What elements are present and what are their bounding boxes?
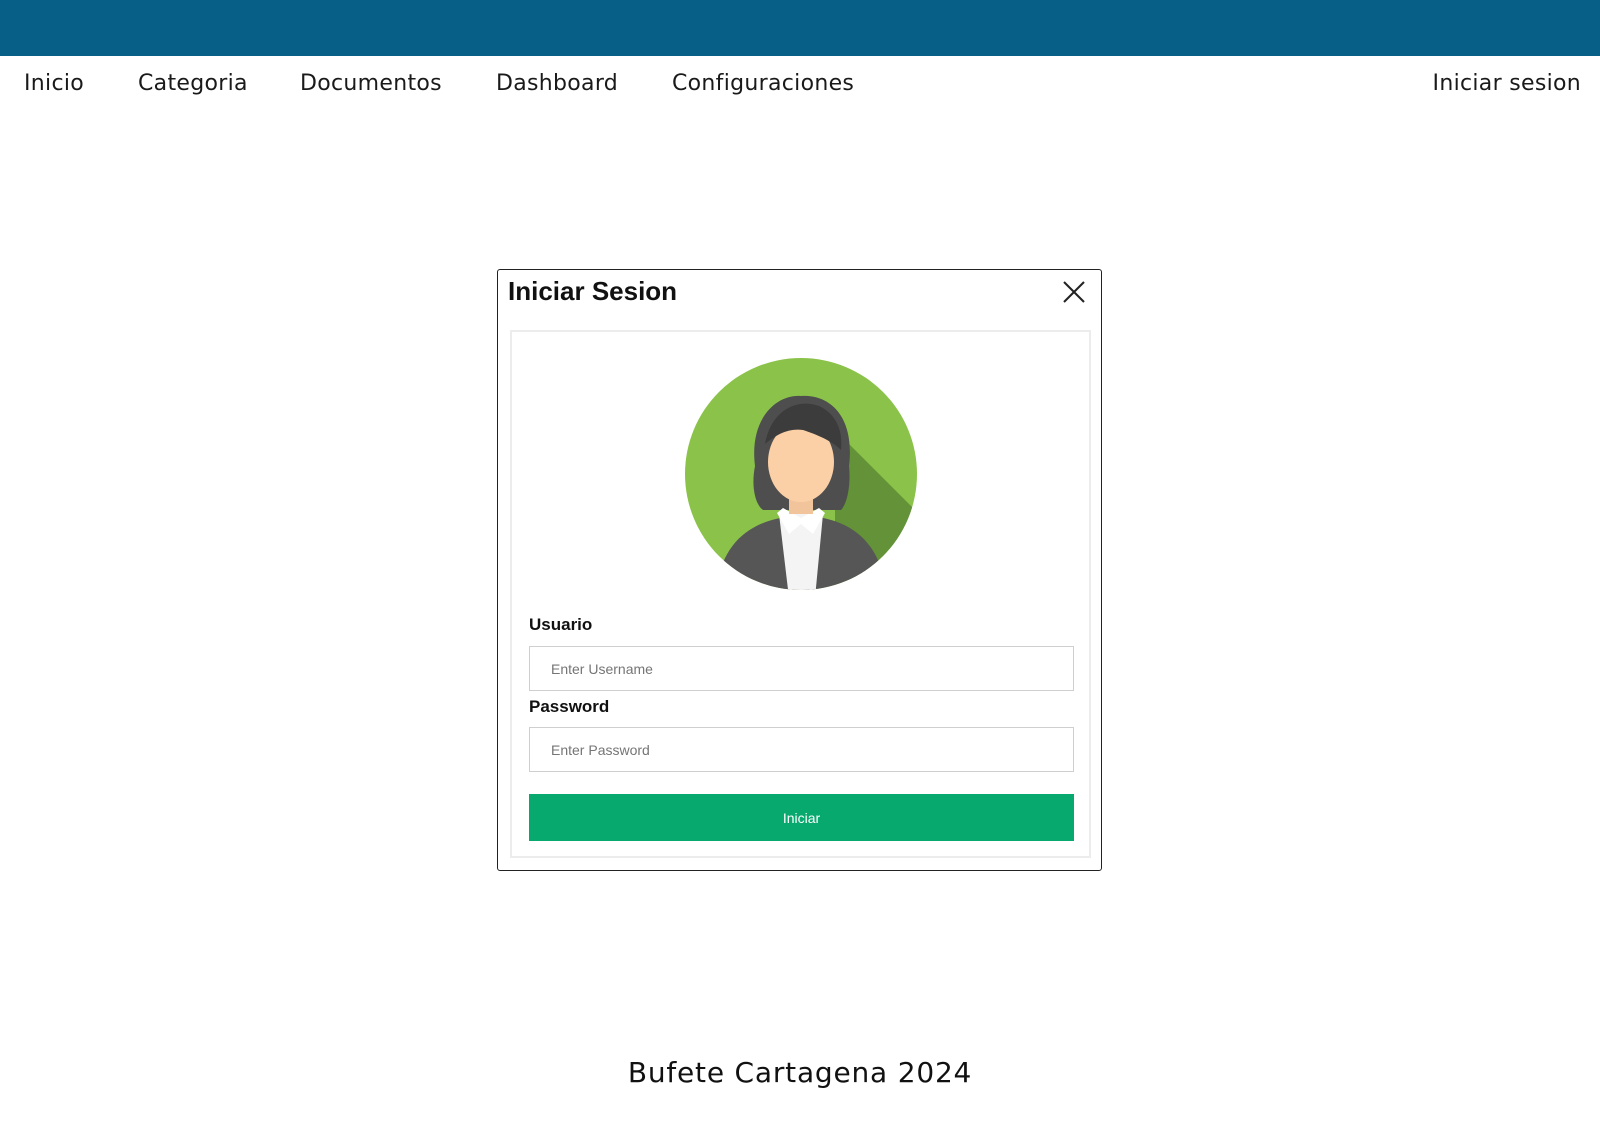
close-icon[interactable] <box>1061 279 1087 305</box>
nav-item-inicio[interactable]: Inicio <box>24 71 84 96</box>
modal-title: Iniciar Sesion <box>508 276 678 306</box>
nav-item-dashboard[interactable]: Dashboard <box>496 71 618 96</box>
login-modal: Iniciar Sesion Usuario Password <box>497 269 1102 871</box>
nav-login-link[interactable]: Iniciar sesion <box>1433 71 1581 96</box>
female-user-avatar-icon <box>685 358 917 590</box>
nav-item-configuraciones[interactable]: Configuraciones <box>672 71 854 96</box>
username-input[interactable] <box>529 646 1074 691</box>
top-header-bar <box>0 0 1600 56</box>
login-submit-button[interactable]: Iniciar <box>529 794 1074 841</box>
nav-item-documentos[interactable]: Documentos <box>300 71 442 96</box>
username-label: Usuario <box>529 615 593 634</box>
login-form-card: Usuario Password Iniciar <box>510 330 1091 858</box>
main-navigation: Inicio Categoria Documentos Dashboard Co… <box>0 56 1600 116</box>
password-input[interactable] <box>529 727 1074 772</box>
footer-text: Bufete Cartagena 2024 <box>627 1056 973 1089</box>
nav-item-categoria[interactable]: Categoria <box>138 71 248 96</box>
password-label: Password <box>529 697 610 716</box>
